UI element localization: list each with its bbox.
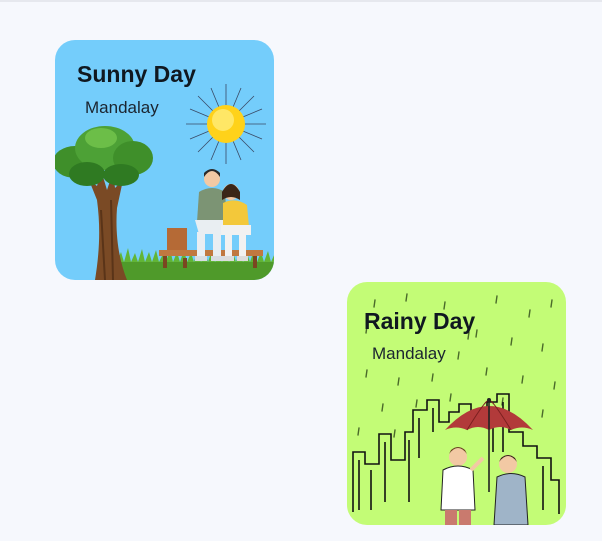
tree-icon	[55, 126, 153, 280]
sun-icon	[186, 84, 266, 164]
card-location: Mandalay	[372, 344, 446, 363]
people-icon	[440, 447, 529, 525]
top-divider	[0, 0, 602, 2]
weather-card-sunny[interactable]: Sunny Day Mandalay	[55, 40, 274, 280]
weather-card-rainy[interactable]: Rainy Day Mandalay	[347, 282, 566, 525]
card-title: Sunny Day	[77, 61, 196, 87]
card-title: Rainy Day	[364, 308, 476, 334]
card-location: Mandalay	[85, 98, 159, 117]
bench-couple-icon	[159, 169, 263, 268]
